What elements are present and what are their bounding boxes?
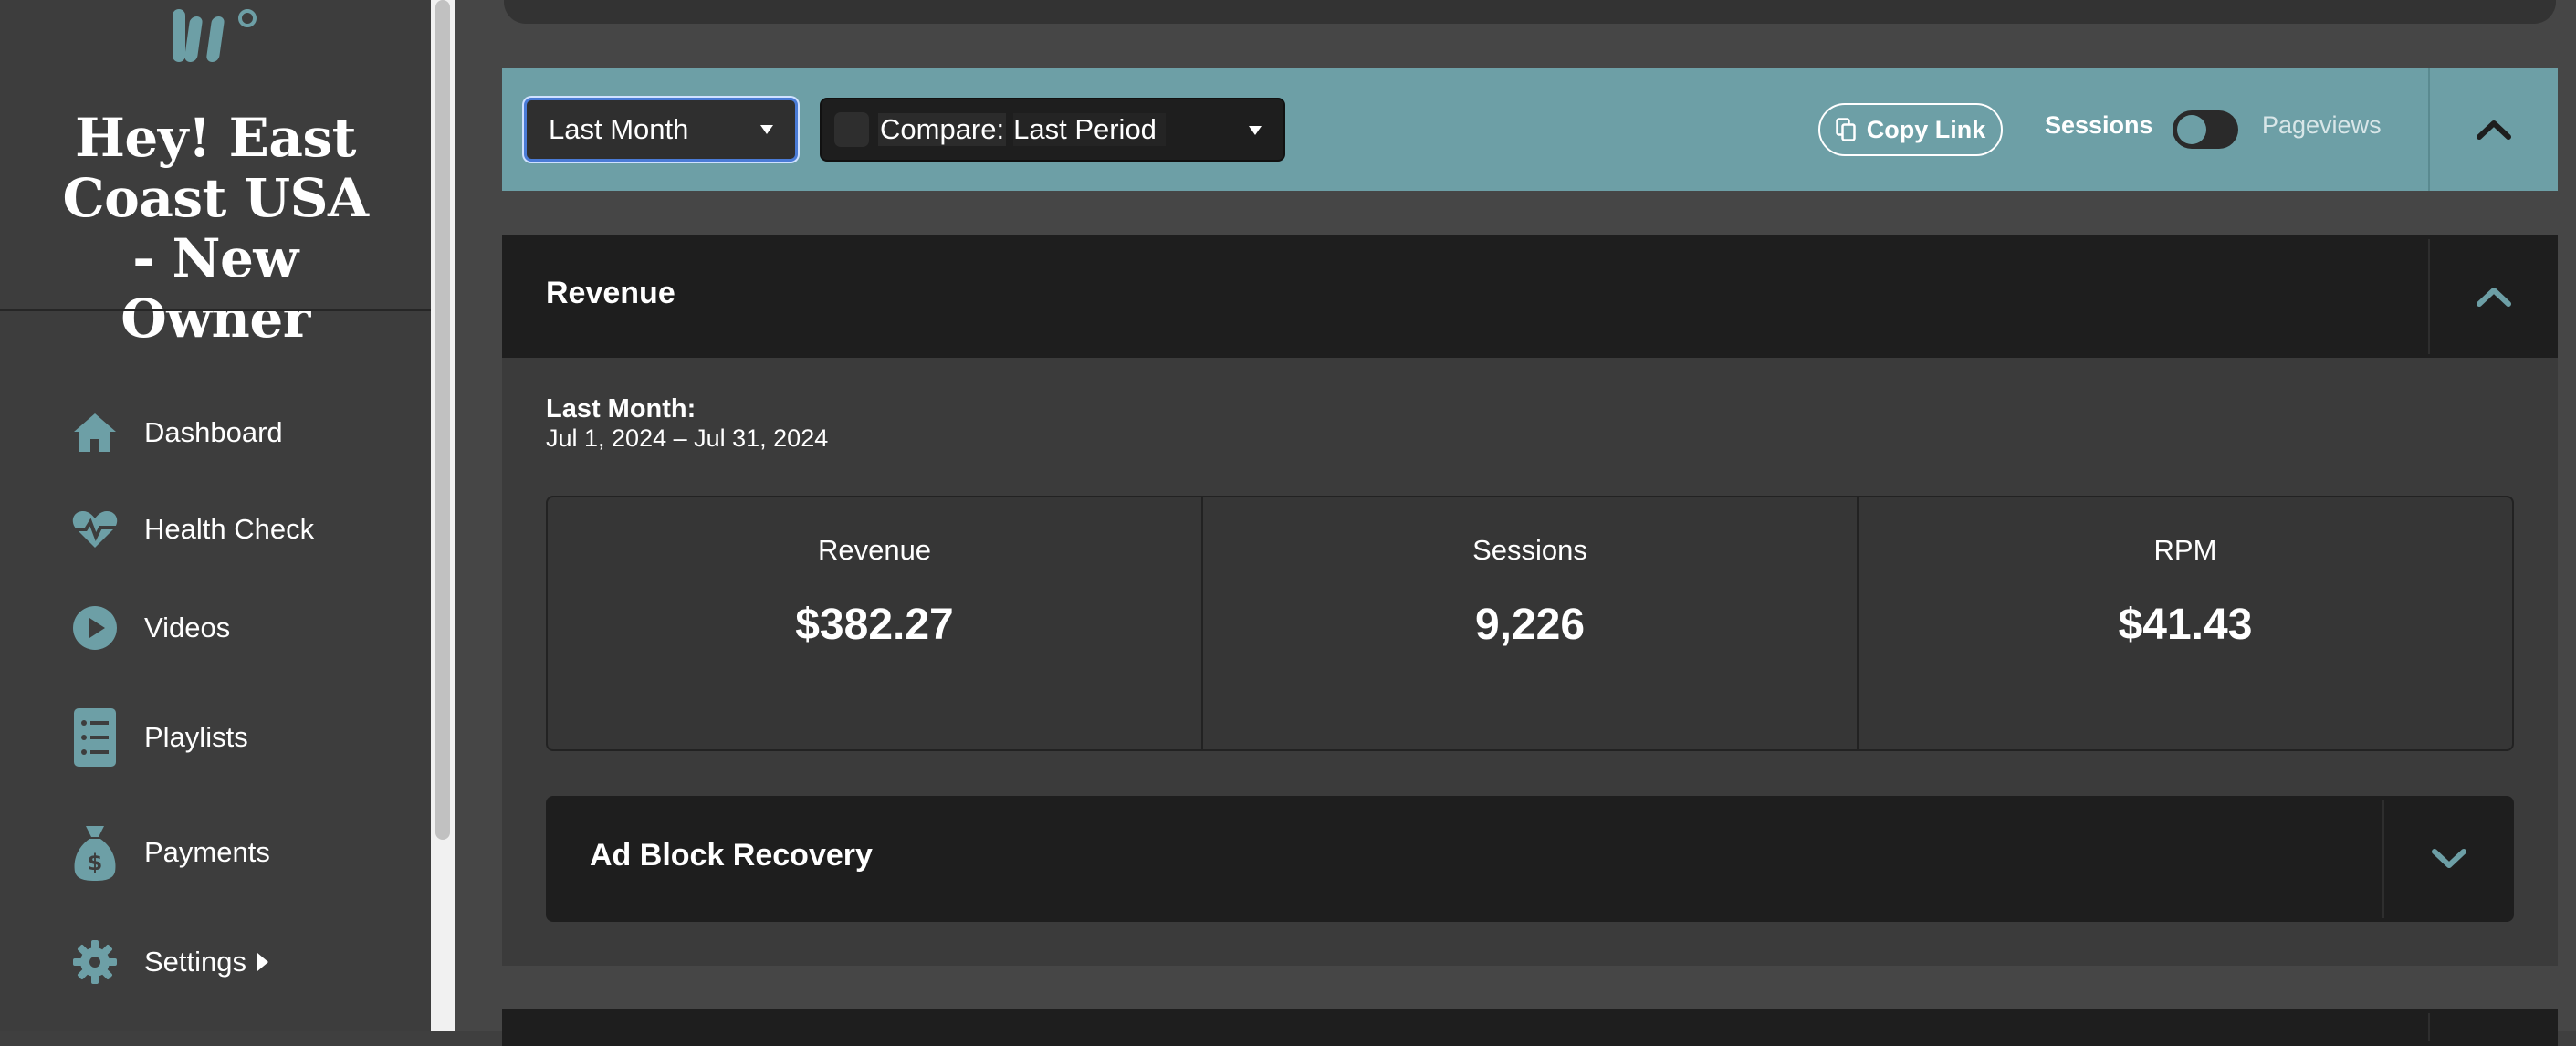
period-select[interactable]: Last Month xyxy=(524,98,798,162)
sidebar: Hey! East Coast USA - New Owner Dashboar… xyxy=(0,0,431,1031)
compare-checkbox[interactable] xyxy=(834,112,869,147)
dropdown-arrow-icon xyxy=(1249,126,1262,135)
divider xyxy=(2428,1013,2430,1041)
copy-link-label: Copy Link xyxy=(1866,115,1986,143)
ad-block-recovery-title: Ad Block Recovery xyxy=(590,838,873,873)
compare-select[interactable]: Compare: Last Period xyxy=(820,98,1285,162)
brand-logo-icon[interactable] xyxy=(169,0,260,66)
chevron-down-icon xyxy=(2432,849,2466,868)
revenue-collapse-button[interactable] xyxy=(2430,235,2558,358)
sidebar-item-label: Payments xyxy=(144,836,270,868)
sessions-pageviews-toggle[interactable] xyxy=(2173,110,2238,149)
sidebar-item-payments[interactable]: $ Payments xyxy=(71,825,270,881)
sidebar-item-label: Videos xyxy=(144,612,231,643)
sidebar-item-health-check[interactable]: Health Check xyxy=(71,502,314,557)
dropdown-arrow-icon xyxy=(760,125,773,134)
next-panel-header[interactable] xyxy=(502,1009,2558,1046)
sidebar-item-settings[interactable]: Settings xyxy=(71,935,269,989)
heart-pulse-icon xyxy=(71,506,119,553)
stat-revenue: Revenue $382.27 xyxy=(548,497,1203,749)
sidebar-divider xyxy=(0,309,431,311)
svg-text:$: $ xyxy=(88,850,103,875)
chevron-up-icon xyxy=(2477,120,2511,140)
toggle-label-pageviews: Pageviews xyxy=(2262,111,2382,139)
stat-label: Revenue xyxy=(817,534,932,566)
period-label: Last Month: xyxy=(546,394,696,424)
toggle-knob xyxy=(2177,115,2206,144)
stat-label: RPM xyxy=(2153,534,2217,566)
money-bag-icon: $ xyxy=(71,826,119,881)
sidebar-item-label: Dashboard xyxy=(144,416,283,448)
compare-prefix: Compare: xyxy=(878,113,1007,146)
filter-collapse-button[interactable] xyxy=(2430,68,2558,191)
caret-right-icon xyxy=(257,953,269,971)
sidebar-item-label: Playlists xyxy=(144,721,248,753)
period-select-value: Last Month xyxy=(549,113,689,145)
sidebar-scrollbar-thumb[interactable] xyxy=(435,0,450,840)
sidebar-item-dashboard[interactable]: Dashboard xyxy=(71,405,283,460)
stat-rpm: RPM $41.43 xyxy=(1859,497,2512,749)
stat-value: $382.27 xyxy=(795,601,954,649)
top-card xyxy=(504,0,2556,24)
compare-select-value: Last Period xyxy=(1013,113,1166,146)
sidebar-item-playlists[interactable]: Playlists xyxy=(71,708,248,767)
period-date-range: Jul 1, 2024 – Jul 31, 2024 xyxy=(546,424,829,452)
ad-block-recovery-panel[interactable]: Ad Block Recovery xyxy=(546,796,2514,922)
revenue-panel-header[interactable] xyxy=(502,235,2558,358)
copy-icon xyxy=(1835,118,1856,141)
chevron-up-icon xyxy=(2477,288,2511,307)
ad-block-expand-button[interactable] xyxy=(2384,796,2514,922)
stats-summary: Revenue $382.27 Sessions 9,226 RPM $41.4… xyxy=(546,496,2514,751)
revenue-panel-title: Revenue xyxy=(546,276,675,310)
sidebar-item-label: Settings xyxy=(144,946,247,978)
site-title: Hey! East Coast USA - New Owner xyxy=(62,107,369,350)
home-icon xyxy=(71,409,119,456)
gear-icon xyxy=(71,938,119,986)
stat-value: $41.43 xyxy=(2118,601,2253,649)
filter-bar xyxy=(502,68,2558,191)
play-circle-icon xyxy=(71,604,119,652)
stat-label: Sessions xyxy=(1472,534,1587,566)
stat-value: 9,226 xyxy=(1474,601,1586,649)
checklist-icon xyxy=(71,708,119,767)
sidebar-item-videos[interactable]: Videos xyxy=(71,601,230,655)
sidebar-item-label: Health Check xyxy=(144,513,315,545)
stat-sessions: Sessions 9,226 xyxy=(1203,497,1859,749)
toggle-label-sessions: Sessions xyxy=(2045,111,2153,139)
copy-link-button[interactable]: Copy Link xyxy=(1818,103,2003,156)
